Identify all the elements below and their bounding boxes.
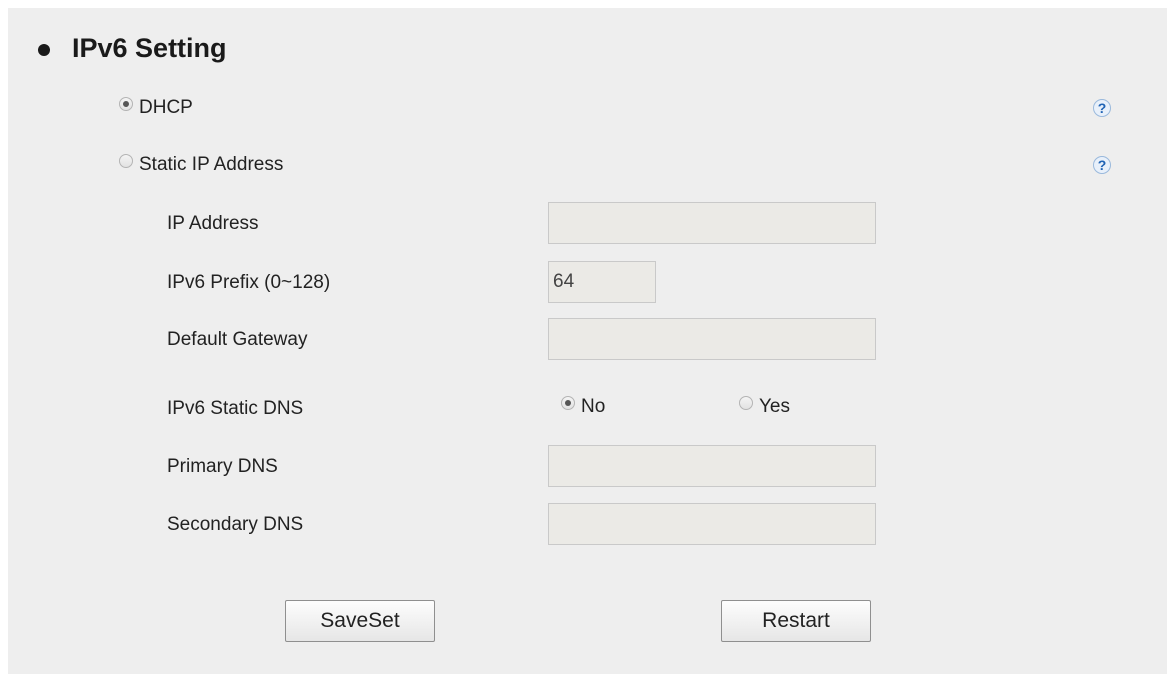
save-set-button[interactable]: SaveSet xyxy=(285,600,435,642)
static-dns-yes-label: Yes xyxy=(759,396,790,417)
ipv6-prefix-label: IPv6 Prefix (0~128) xyxy=(167,272,331,293)
static-dns-no-option[interactable]: No xyxy=(561,396,605,418)
static-dns-yes-option[interactable]: Yes xyxy=(739,396,790,418)
section-header: IPv6 Setting xyxy=(38,33,227,64)
default-gateway-label: Default Gateway xyxy=(167,329,308,350)
restart-button[interactable]: Restart xyxy=(721,600,871,642)
static-ip-option[interactable]: Static IP Address xyxy=(119,154,283,176)
dhcp-option[interactable]: DHCP xyxy=(119,97,193,119)
ip-address-input[interactable] xyxy=(548,202,876,244)
secondary-dns-label: Secondary DNS xyxy=(167,514,304,535)
ipv6-prefix-input[interactable] xyxy=(548,261,656,303)
ip-address-label: IP Address xyxy=(167,213,259,234)
secondary-dns-input[interactable] xyxy=(548,503,876,545)
static-ip-label: Static IP Address xyxy=(139,154,284,175)
static-dns-yes-radio[interactable] xyxy=(739,396,753,410)
default-gateway-input[interactable] xyxy=(548,318,876,360)
static-ip-help-icon[interactable]: ? xyxy=(1093,156,1111,174)
ipv6-static-dns-label: IPv6 Static DNS xyxy=(167,398,304,419)
static-dns-no-label: No xyxy=(581,396,606,417)
bullet-icon xyxy=(38,43,50,56)
dhcp-radio[interactable] xyxy=(119,97,133,111)
primary-dns-label: Primary DNS xyxy=(167,456,278,477)
static-dns-no-radio[interactable] xyxy=(561,396,575,410)
primary-dns-input[interactable] xyxy=(548,445,876,487)
dhcp-help-icon[interactable]: ? xyxy=(1093,99,1111,117)
dhcp-label: DHCP xyxy=(139,97,193,118)
static-ip-radio[interactable] xyxy=(119,154,133,168)
section-title: IPv6 Setting xyxy=(72,33,227,63)
